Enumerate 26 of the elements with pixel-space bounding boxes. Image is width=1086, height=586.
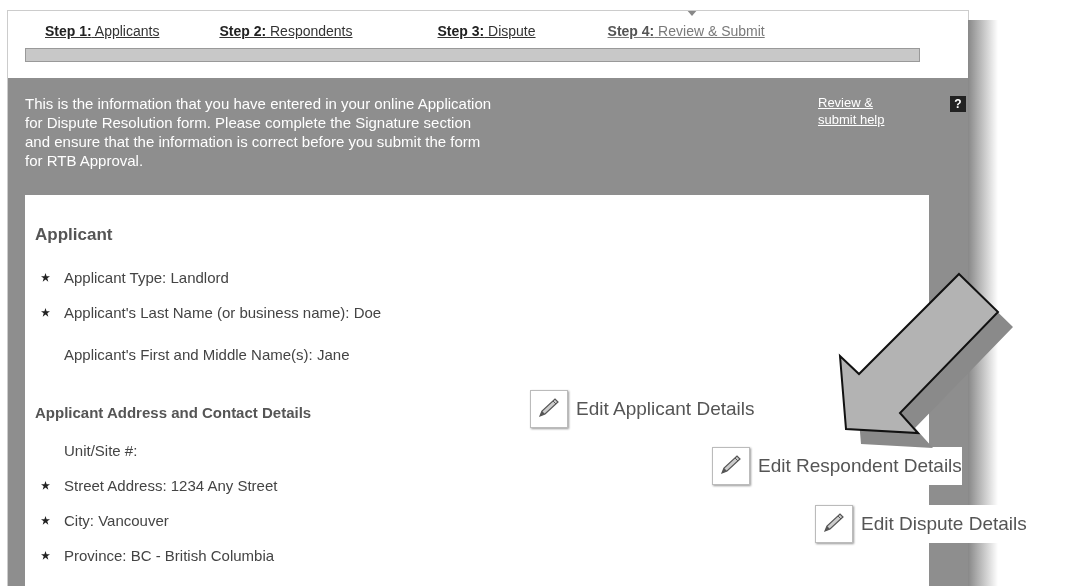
subsection-heading: Applicant Address and Contact Details [35, 404, 312, 421]
step-tab[interactable]: Step 3: Dispute [437, 23, 536, 39]
pencil-icon [815, 505, 853, 543]
edit-link[interactable]: Edit Dispute Details [815, 505, 1027, 543]
section-heading: Applicant [35, 225, 114, 245]
intro-text: This is the information that you have entered in your online Application for Dispute Resolution form. Please complete the Signature section and ensure that the information is correct before you submit the form for RTB Approval. [25, 94, 492, 170]
pencil-icon [712, 447, 750, 485]
required-star-icon [41, 516, 50, 525]
step-tab[interactable]: Step 2: Respondents [219, 23, 353, 39]
step-tab[interactable]: Step 4: Review & Submit [607, 23, 765, 39]
field-text: Applicant Type: Landlord [64, 269, 229, 286]
required-star-icon [41, 308, 50, 317]
pencil-icon [530, 390, 568, 428]
field-text: Province: BC - British Columbia [64, 547, 275, 564]
field-text: Unit/Site #: [64, 442, 138, 459]
field-text: Street Address: 1234 Any Street [64, 477, 278, 494]
required-star-icon [41, 273, 50, 282]
help-icon[interactable]: ? [950, 96, 966, 112]
edit-link[interactable]: Edit Respondent Details [712, 447, 962, 485]
field-text: Applicant's Last Name (or business name): Doe [64, 304, 382, 321]
step-tab[interactable]: Step 1: Applicants [45, 23, 160, 39]
field-text: City: Vancouver [64, 512, 169, 529]
required-star-icon [41, 481, 50, 490]
required-star-icon [41, 551, 50, 560]
edit-link[interactable]: Edit Applicant Details [530, 390, 755, 428]
field-text: Applicant's First and Middle Name(s): Jane [64, 345, 350, 363]
